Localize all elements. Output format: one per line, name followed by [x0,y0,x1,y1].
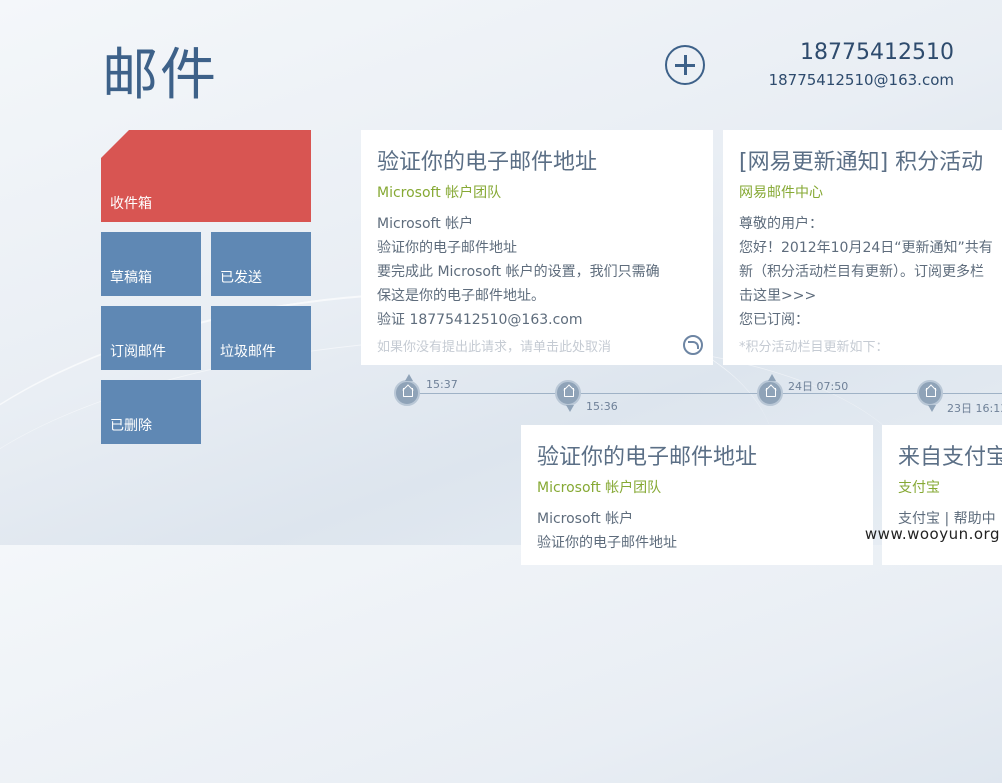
folder-label: 草稿箱 [110,270,152,286]
preview-line: 击这里>>> [739,288,817,304]
timestamp: 15:36 [586,400,618,413]
preview-line: 尊敬的用户： [739,216,823,232]
message-sender: Microsoft 帐户团队 [537,480,662,496]
timeline-node[interactable] [394,374,420,406]
preview-fade: 如果你没有提出此请求，请单击此处取消 [377,340,612,355]
add-account-icon[interactable] [665,45,705,85]
preview-line: Microsoft 帐户 [537,511,634,527]
message-card[interactable]: 验证你的电子邮件地址 Microsoft 帐户团队 Microsoft 帐户 验… [521,425,873,565]
message-subject: [网易更新通知] 积分活动 [739,150,984,175]
folder-label: 已发送 [220,270,262,286]
message-subject: 来自支付宝 [898,445,1002,470]
message-sender: Microsoft 帐户团队 [377,185,502,201]
folder-drafts[interactable]: 草稿箱 [101,232,201,296]
folder-label: 垃圾邮件 [220,344,276,360]
preview-fade: *积分活动栏目更新如下： [739,340,889,355]
message-card[interactable]: [网易更新通知] 积分活动 网易邮件中心 尊敬的用户： 您好！2012年10月2… [723,130,1002,365]
message-sender: 网易邮件中心 [739,185,823,201]
timeline-node[interactable] [555,380,581,412]
message-subject: 验证你的电子邮件地址 [377,150,598,175]
preview-line: 您已订阅： [739,312,809,328]
preview-line: Microsoft 帐户 [377,216,474,232]
folder-junk[interactable]: 垃圾邮件 [211,306,311,370]
preview-line: 验证 18775412510@163.com [377,312,583,328]
timeline-line [395,393,1002,394]
folder-sent[interactable]: 已发送 [211,232,311,296]
account-email[interactable]: 18775412510@163.com [769,71,954,89]
timeline-node[interactable] [917,380,943,412]
preview-line: 要完成此 Microsoft 帐户的设置，我们只需确 [377,264,660,280]
preview-line: 您好！2012年10月24日“更新通知”共有 [739,240,993,256]
preview-line: 保这是你的电子邮件地址。 [377,288,545,304]
replied-icon [683,335,703,355]
preview-line: 新（积分活动栏目有更新）。订阅更多栏 [739,264,984,280]
message-card[interactable]: 来自支付宝 支付宝 支付宝 | 帮助中 [882,425,1002,565]
folder-deleted[interactable]: 已删除 [101,380,201,444]
page-title: 邮件 [102,43,218,108]
timestamp: 23日 16:13 [947,402,1002,415]
account-phone[interactable]: 18775412510 [800,40,954,65]
folder-subscriptions[interactable]: 订阅邮件 [101,306,201,370]
folder-label: 已删除 [110,418,152,434]
timestamp: 24日 07:50 [788,380,849,393]
timestamp: 15:37 [426,378,458,391]
message-preview: Microsoft 帐户 验证你的电子邮件地址 要完成此 Microsoft 帐… [377,212,697,332]
message-subject: 验证你的电子邮件地址 [537,445,758,470]
watermark: www.wooyun.org [864,525,1000,543]
preview-line: 验证你的电子邮件地址 [537,535,677,551]
timeline-node[interactable] [757,374,783,406]
message-preview: Microsoft 帐户 验证你的电子邮件地址 [537,507,857,555]
message-preview: 尊敬的用户： 您好！2012年10月24日“更新通知”共有 新（积分活动栏目有更… [739,212,1002,332]
message-sender: 支付宝 [898,480,940,496]
folder-label: 订阅邮件 [110,344,166,360]
folder-inbox[interactable]: 收件箱 [101,130,311,222]
folder-label: 收件箱 [110,196,152,212]
message-card[interactable]: 验证你的电子邮件地址 Microsoft 帐户团队 Microsoft 帐户 验… [361,130,713,365]
preview-line: 验证你的电子邮件地址 [377,240,517,256]
